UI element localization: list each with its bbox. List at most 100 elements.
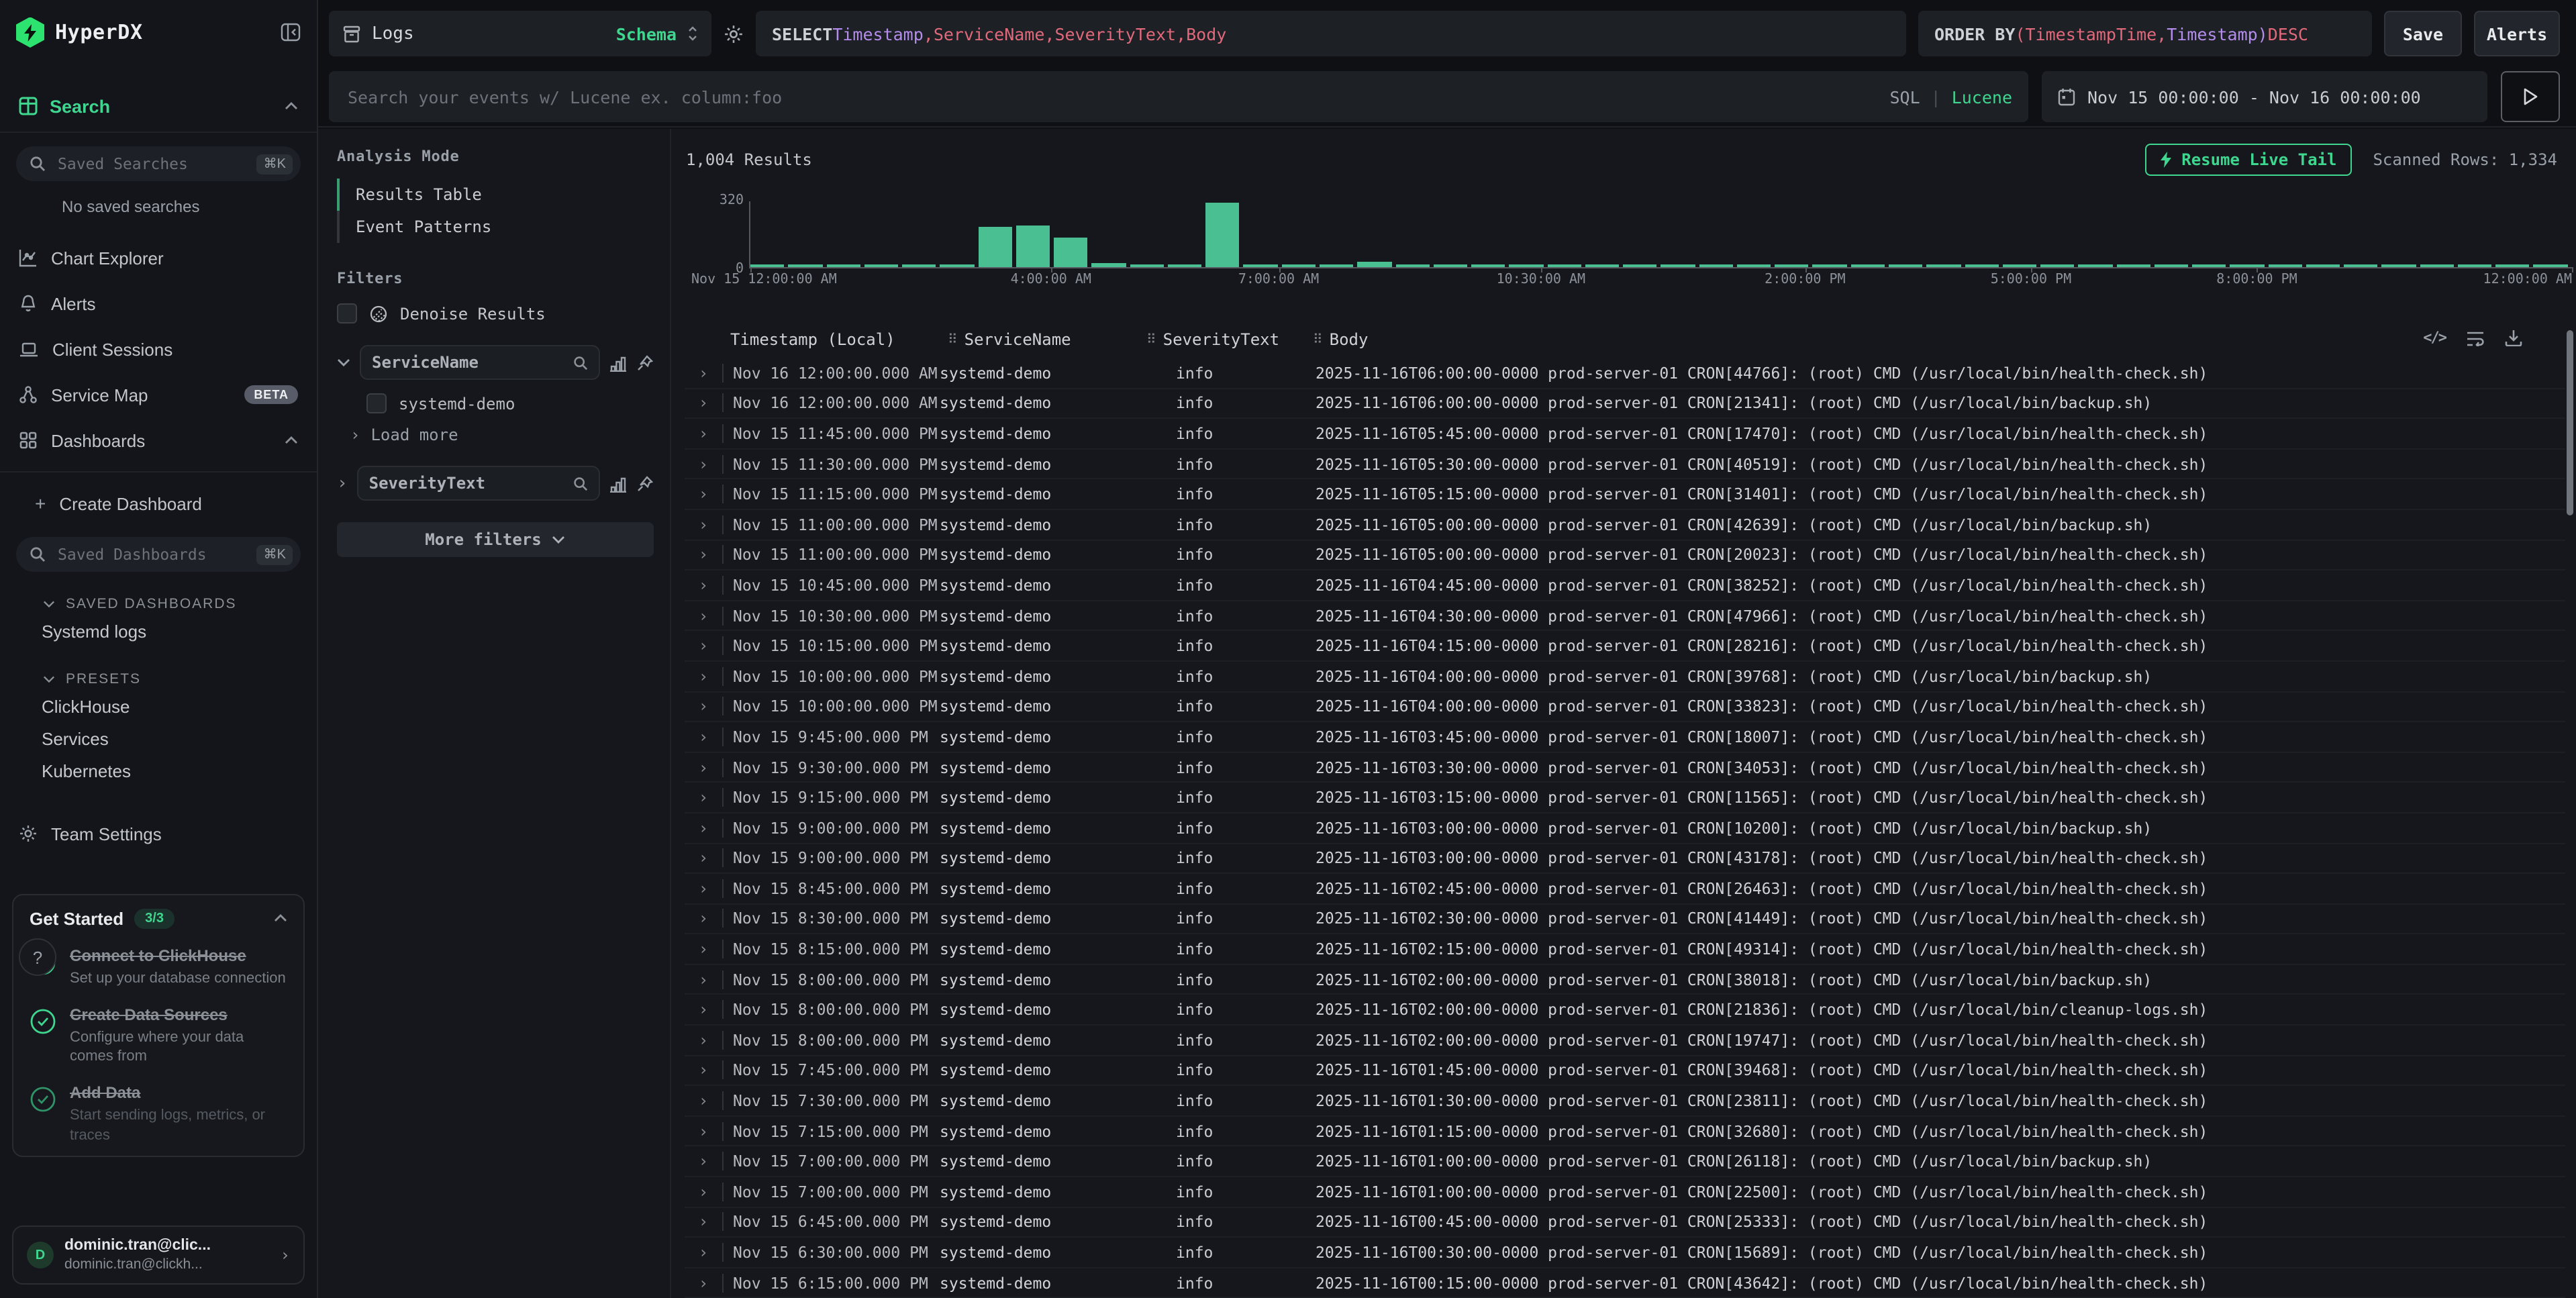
log-row[interactable]: ›Nov 15 6:15:00.000 PMsystemd-demoinfo20… (685, 1268, 2565, 1298)
saved-searches-search[interactable]: ⌘K (16, 146, 301, 181)
log-row[interactable]: ›Nov 15 6:45:00.000 PMsystemd-demoinfo20… (685, 1207, 2565, 1238)
gear-icon[interactable] (724, 23, 744, 44)
sidebar-item-client-sessions[interactable]: Client Sessions (0, 326, 317, 372)
row-expand-chevron[interactable]: › (685, 909, 722, 928)
histogram-bar[interactable] (1168, 264, 1202, 267)
mode-event-patterns[interactable]: Event Patterns (337, 211, 654, 243)
column-header-severitytext[interactable]: ⠿SeverityText (1146, 330, 1279, 349)
histogram-bar[interactable] (902, 264, 936, 267)
code-view-icon[interactable]: </> (2423, 329, 2446, 346)
facet-search-servicename[interactable]: ServiceName (360, 345, 600, 380)
row-expand-chevron[interactable]: › (685, 485, 722, 503)
table-scrollbar[interactable] (2567, 330, 2573, 515)
row-expand-chevron[interactable]: › (685, 1121, 722, 1140)
language-toggle[interactable]: SQL | Lucene (1889, 87, 2012, 107)
row-expand-chevron[interactable]: › (685, 364, 722, 383)
histogram-bar[interactable] (2344, 264, 2378, 267)
log-row[interactable]: ›Nov 16 12:00:00.000 AMsystemd-demoinfo2… (685, 389, 2565, 419)
histogram-bar[interactable] (2154, 264, 2189, 267)
histogram-bar[interactable] (978, 227, 1012, 267)
histogram-bar[interactable] (1471, 264, 1505, 267)
row-expand-chevron[interactable]: › (685, 454, 722, 473)
pin-icon[interactable] (636, 354, 654, 371)
select-query-input[interactable]: SELECT Timestamp ,ServiceName,SeverityTe… (756, 11, 1906, 56)
sidebar-section-search[interactable]: Search (0, 81, 317, 133)
row-expand-chevron[interactable]: › (685, 576, 722, 595)
bar-chart-icon[interactable] (609, 475, 627, 492)
histogram-bar[interactable] (2192, 264, 2226, 267)
pin-icon[interactable] (636, 475, 654, 492)
sidebar-item-kubernetes[interactable]: Kubernetes (0, 754, 317, 787)
log-row[interactable]: ›Nov 15 7:00:00.000 PMsystemd-demoinfo20… (685, 1147, 2565, 1177)
log-row[interactable]: ›Nov 15 9:00:00.000 PMsystemd-demoinfo20… (685, 813, 2565, 844)
log-row[interactable]: ›Nov 15 11:15:00.000 PMsystemd-demoinfo2… (685, 480, 2565, 510)
sidebar-item-clickhouse[interactable]: ClickHouse (0, 690, 317, 722)
order-by-input[interactable]: ORDER BY (TimestampTime, Timestamp) DESC (1918, 11, 2372, 56)
row-expand-chevron[interactable]: › (685, 1213, 722, 1232)
log-row[interactable]: ›Nov 15 7:45:00.000 PMsystemd-demoinfo20… (685, 1056, 2565, 1086)
histogram-bar[interactable] (2495, 264, 2530, 267)
sidebar-item-team-settings[interactable]: Team Settings (0, 811, 317, 856)
row-expand-chevron[interactable]: › (685, 1091, 722, 1110)
sidebar-item-services[interactable]: Services (0, 722, 317, 754)
task-add-data[interactable]: Add Data Start sending logs, metrics, or… (30, 1084, 287, 1145)
save-button[interactable]: Save (2384, 11, 2462, 56)
row-expand-chevron[interactable]: › (685, 1061, 722, 1080)
row-expand-chevron[interactable]: › (685, 424, 722, 443)
histogram-bar[interactable] (2420, 264, 2454, 267)
download-icon[interactable] (2505, 329, 2522, 346)
sidebar-item-dashboards[interactable]: Dashboards (0, 417, 317, 463)
log-row[interactable]: ›Nov 15 10:00:00.000 PMsystemd-demoinfo2… (685, 662, 2565, 692)
row-expand-chevron[interactable]: › (685, 879, 722, 898)
drag-handle-icon[interactable]: ⠿ (1146, 332, 1156, 347)
histogram-bar[interactable] (2079, 264, 2113, 267)
log-row[interactable]: ›Nov 16 12:00:00.000 AMsystemd-demoinfo2… (685, 358, 2565, 389)
log-row[interactable]: ›Nov 15 10:45:00.000 PMsystemd-demoinfo2… (685, 570, 2565, 601)
column-header-body[interactable]: ⠿Body (1313, 330, 1368, 349)
histogram-bar[interactable] (750, 264, 785, 267)
row-expand-chevron[interactable]: › (685, 970, 722, 989)
histogram-bar[interactable] (1320, 264, 1354, 267)
task-create-data-sources[interactable]: Create Data Sources Configure where your… (30, 1005, 287, 1066)
sidebar-item-alerts[interactable]: Alerts (0, 281, 317, 326)
chevron-down-icon[interactable] (337, 358, 350, 366)
row-expand-chevron[interactable]: › (685, 666, 722, 685)
run-query-button[interactable] (2501, 71, 2560, 122)
row-expand-chevron[interactable]: › (685, 758, 722, 777)
chevron-up-icon[interactable] (274, 914, 287, 922)
histogram-bar[interactable] (2306, 264, 2340, 267)
lucene-toggle[interactable]: Lucene (1952, 87, 2012, 107)
histogram-bar[interactable] (826, 264, 860, 267)
create-dashboard-button[interactable]: + Create Dashboard (0, 483, 317, 523)
log-row[interactable]: ›Nov 15 7:00:00.000 PMsystemd-demoinfo20… (685, 1177, 2565, 1207)
row-expand-chevron[interactable]: › (685, 728, 722, 746)
log-row[interactable]: ›Nov 15 6:30:00.000 PMsystemd-demoinfo20… (685, 1238, 2565, 1268)
bar-chart-icon[interactable] (609, 354, 627, 371)
saved-dashboards-header[interactable]: SAVED DASHBOARDS (43, 593, 317, 615)
log-row[interactable]: ›Nov 15 9:30:00.000 PMsystemd-demoinfo20… (685, 752, 2565, 783)
histogram-bar[interactable] (1054, 238, 1088, 267)
log-row[interactable]: ›Nov 15 10:30:00.000 PMsystemd-demoinfo2… (685, 601, 2565, 632)
sidebar-item-chart-explorer[interactable]: Chart Explorer (0, 235, 317, 281)
log-row[interactable]: ›Nov 15 9:45:00.000 PMsystemd-demoinfo20… (685, 722, 2565, 752)
row-expand-chevron[interactable]: › (685, 636, 722, 655)
histogram-bar[interactable] (2040, 264, 2075, 267)
facet-search-severitytext[interactable]: SeverityText (357, 466, 600, 501)
row-expand-chevron[interactable]: › (685, 697, 722, 716)
log-row[interactable]: ›Nov 15 9:00:00.000 PMsystemd-demoinfo20… (685, 844, 2565, 874)
histogram-bar[interactable] (1092, 263, 1126, 267)
histogram-bar[interactable] (2268, 264, 2302, 267)
task-connect-clickhouse[interactable]: Connect to ClickHouse Set up your databa… (30, 946, 287, 988)
log-row[interactable]: ›Nov 15 7:30:00.000 PMsystemd-demoinfo20… (685, 1087, 2565, 1117)
row-expand-chevron[interactable]: › (685, 1243, 722, 1262)
histogram-bar[interactable] (1775, 264, 1809, 267)
log-row[interactable]: ›Nov 15 10:00:00.000 PMsystemd-demoinfo2… (685, 692, 2565, 722)
option-checkbox[interactable] (366, 393, 387, 413)
log-row[interactable]: ›Nov 15 8:00:00.000 PMsystemd-demoinfo20… (685, 1026, 2565, 1056)
histogram-plot[interactable] (750, 201, 2572, 268)
log-row[interactable]: ›Nov 15 7:15:00.000 PMsystemd-demoinfo20… (685, 1117, 2565, 1147)
log-row[interactable]: ›Nov 15 11:00:00.000 PMsystemd-demoinfo2… (685, 510, 2565, 540)
histogram-bar[interactable] (1737, 264, 1771, 267)
saved-dashboards-input[interactable] (55, 544, 248, 565)
log-row[interactable]: ›Nov 15 9:15:00.000 PMsystemd-demoinfo20… (685, 783, 2565, 813)
